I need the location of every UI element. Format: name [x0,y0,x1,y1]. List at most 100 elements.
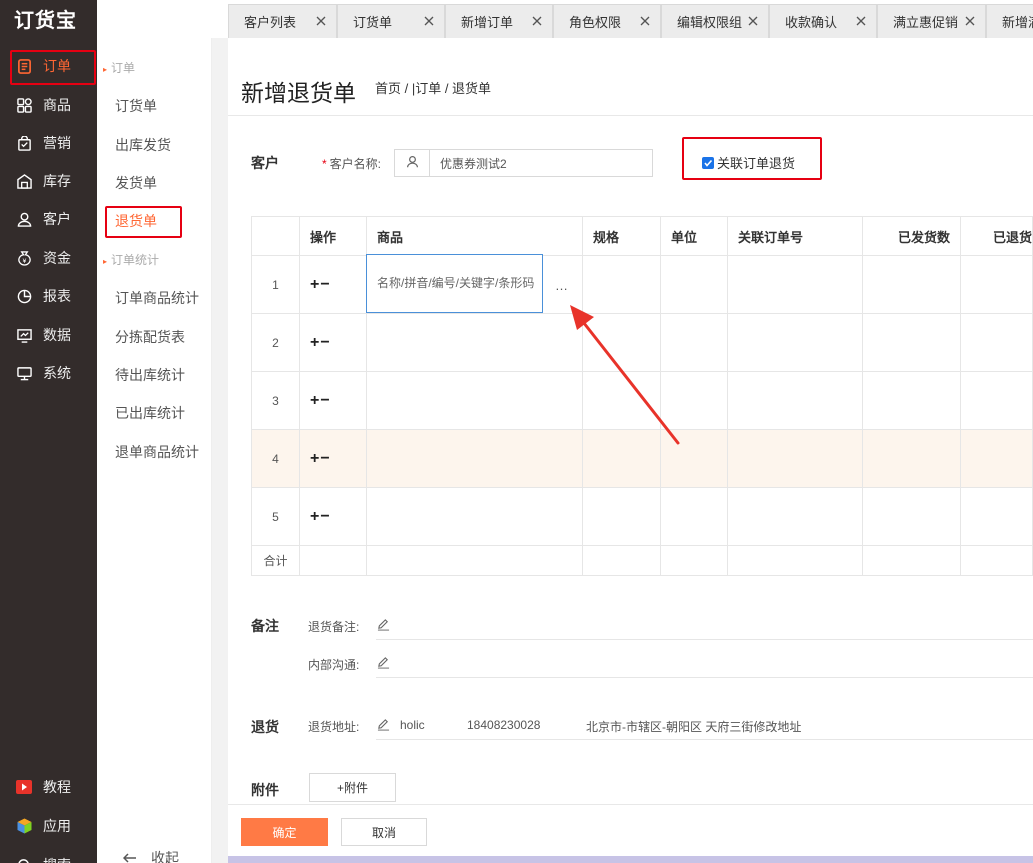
sidebar-item-data[interactable]: 数据 [0,316,97,354]
sidebar-item-reports[interactable]: 报表 [0,277,97,315]
edit-icon[interactable] [377,718,390,731]
data-icon [16,327,32,343]
customer-name-field[interactable]: 优惠券测试2 [394,149,653,177]
shipped-cell [862,313,961,372]
order-no-cell [727,487,863,546]
tab-7[interactable]: 满立惠促销 [877,4,986,38]
add-attachment-button[interactable]: +附件 [309,773,396,802]
close-icon[interactable] [422,14,436,28]
subnav-item-outbound[interactable]: 出库发货 [115,135,171,155]
sidebar-item-marketing[interactable]: 营销 [0,124,97,162]
close-icon[interactable] [963,14,977,28]
sidebar-item-products[interactable]: 商品 [0,86,97,124]
shipped-cell [862,487,961,546]
confirm-button[interactable]: 确定 [241,818,328,846]
close-icon[interactable] [638,14,652,28]
subnav-item-shipped-stats[interactable]: 已出库统计 [115,403,185,423]
goods-cell[interactable] [366,429,583,488]
divider [376,739,1033,740]
tab-4[interactable]: 角色权限 [553,4,661,38]
sidebar-item-tutorial[interactable]: 教程 [0,768,97,806]
order-icon [16,58,32,74]
subnav-group-order-stats[interactable]: ▸ 订单统计 [103,251,159,268]
close-icon[interactable] [854,14,868,28]
col-header-unit: 单位 [660,216,728,256]
add-remove-row-buttons[interactable]: +− [310,508,331,525]
sidebar-item-label: 订单 [43,58,71,74]
tab-6[interactable]: 收款确认 [769,4,877,38]
subnav-item-delivery-notes[interactable]: 发货单 [115,173,157,193]
subnav-item-picking-sheet[interactable]: 分拣配货表 [115,327,185,347]
main-sidebar: 订货宝 订单 商品 营销 库存 客户 ¥ 资金 报表 数据 系统 教程 应用 [0,0,97,863]
subnav-item-pending-outbound[interactable]: 待出库统计 [115,365,185,385]
tab-1[interactable]: 客户列表 [228,4,337,38]
annotation-arrow [570,305,680,445]
row-ops: +− [299,255,367,314]
grid-icon [16,97,32,113]
play-icon [16,779,32,795]
tab-label: 角色权限 [569,15,622,30]
cancel-button[interactable]: 取消 [341,818,427,846]
col-header-order-no: 关联订单号 [727,216,863,256]
sidebar-item-apps[interactable]: 应用 [0,807,97,845]
link-order-checkbox[interactable]: 关联订单退货 [702,153,795,172]
goods-cell[interactable] [366,313,583,372]
edit-icon[interactable] [377,618,390,631]
monitor-icon [16,365,32,381]
subnav-item-order-goods-stats[interactable]: 订单商品统计 [115,288,199,308]
close-icon[interactable] [314,14,328,28]
sidebar-item-inventory[interactable]: 库存 [0,162,97,200]
subnav-group-orders[interactable]: ▸ 订单 [103,59,135,76]
return-remark-field[interactable] [376,639,1033,640]
required-asterisk: * [322,157,327,171]
tab-5[interactable]: 编辑权限组 [661,4,769,38]
sidebar-item-search[interactable]: 搜索 [0,846,97,863]
spec-cell [582,487,661,546]
main-content: 新增退货单 首页 / |订单 / 退货单 客户 * 客户名称: 优惠券测试2 关联… [228,38,1033,863]
add-remove-row-buttons[interactable]: +− [310,334,331,351]
search-icon [16,857,32,863]
tab-8[interactable]: 新增满 [986,4,1033,38]
order-no-cell [727,313,863,372]
sidebar-item-orders[interactable]: 订单 [0,47,97,85]
sidebar-item-label: 营销 [43,135,71,151]
goods-more-button[interactable]: … [555,278,569,293]
row-index: 3 [251,371,300,430]
bottom-scrollbar[interactable] [228,856,1033,863]
attachment-section-label: 附件 [251,782,279,798]
add-remove-row-buttons[interactable]: +− [310,450,331,467]
internal-note-field[interactable] [376,677,1033,678]
add-remove-row-buttons[interactable]: +− [310,392,331,409]
tab-3[interactable]: 新增订单 [445,4,553,38]
row-index: 5 [251,487,300,546]
sidebar-item-funds[interactable]: ¥ 资金 [0,239,97,277]
customer-picker-button[interactable] [395,150,430,176]
returned-cell [960,313,1033,372]
sidebar-item-label: 教程 [43,779,71,795]
divider [228,115,1033,116]
close-icon[interactable] [746,14,760,28]
customer-name-value: 优惠券测试2 [440,156,507,171]
col-header-shipped-qty: 已发货数 [862,216,961,256]
subnav-item-return-goods-stats[interactable]: 退单商品统计 [115,442,199,462]
money-icon: ¥ [16,250,32,266]
goods-cell[interactable] [366,371,583,430]
collapse-button[interactable]: 收起 [122,848,179,863]
row-index: 1 [251,255,300,314]
user-icon [16,211,32,227]
add-remove-row-buttons[interactable]: +− [310,276,331,293]
sidebar-item-customers[interactable]: 客户 [0,200,97,238]
col-header-goods: 商品 [366,216,583,256]
breadcrumb[interactable]: 首页 / |订单 / 退货单 [375,78,491,97]
edit-icon[interactable] [377,656,390,669]
sidebar-item-system[interactable]: 系统 [0,354,97,392]
tab-label: 收款确认 [785,15,838,30]
subnav-item-purchase-orders[interactable]: 订货单 [115,96,157,116]
tab-2[interactable]: 订货单 [337,4,445,38]
goods-cell[interactable] [366,487,583,546]
goods-search-input[interactable]: 名称/拼音/编号/关键字/条形码（B [366,254,543,313]
returned-cell [960,255,1033,314]
table-header-row: 操作 商品 规格 单位 关联订单号 已发货数 已退货 [251,216,1033,256]
close-icon[interactable] [530,14,544,28]
subnav-item-return-orders[interactable]: 退货单 [115,211,157,231]
